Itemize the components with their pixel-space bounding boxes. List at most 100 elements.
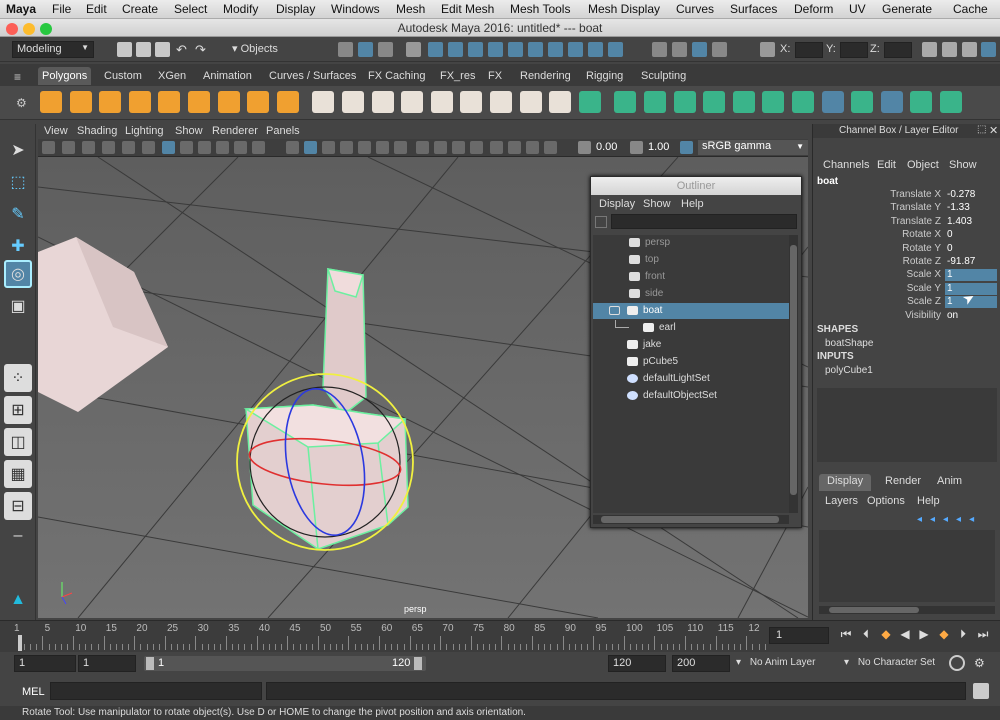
layer-menu-help[interactable]: Help [917,495,940,507]
shelf-tab-animation[interactable]: Animation [199,67,256,85]
extract-icon[interactable] [371,91,394,113]
shelf-tab-curves-surfaces[interactable]: Curves / Surfaces [265,67,360,85]
start-time-field[interactable]: 1 [14,655,76,672]
cube-icon[interactable] [69,91,92,113]
select-camera-icon[interactable] [42,141,55,154]
outliner-item-jake[interactable]: jake [593,337,789,353]
filter-icon[interactable] [595,216,607,228]
command-input[interactable] [50,682,262,700]
menu-cache[interactable]: Cache [953,2,988,16]
sphere-icon[interactable] [40,91,62,113]
menu-edit-mesh[interactable]: Edit Mesh [441,2,494,16]
outliner-item-front[interactable]: front [593,269,789,285]
xray-components-icon[interactable] [544,141,557,154]
2d-pan-icon[interactable] [122,141,135,154]
cone-icon[interactable] [128,91,151,113]
range-slider[interactable]: 1 120 [144,656,426,671]
attr-value-field[interactable]: 0 [945,229,997,241]
float-panel-icon[interactable]: ⬚ [977,124,986,135]
menu-edit[interactable]: Edit [86,2,107,16]
step-back-icon[interactable]: ⏴ [860,627,872,641]
collapse-icon[interactable] [609,306,620,315]
bridge-icon[interactable] [519,91,542,113]
xray-icon[interactable] [508,141,521,154]
shadows-icon[interactable] [394,141,407,154]
step-forward-key-icon[interactable]: ◆ [938,627,950,641]
uv-editor-icon[interactable] [880,91,903,113]
fill-hole-icon[interactable] [578,91,601,113]
outliner-item-pcube5[interactable]: pCube5 [593,354,789,370]
smooth-shade-icon[interactable] [304,141,317,154]
command-language-label[interactable]: MEL [22,686,45,698]
shelf-tab-fx[interactable]: FX [484,67,506,85]
component-mode-icon[interactable] [378,42,393,57]
planar-map-icon[interactable] [792,91,814,113]
attr-value-field[interactable]: -91.87 [945,256,997,268]
new-scene-icon[interactable] [117,42,132,57]
offset-edge-loop-icon[interactable] [644,91,666,113]
y-field[interactable] [840,42,868,58]
isolate-select-icon[interactable] [490,141,503,154]
safe-action-icon[interactable] [252,141,265,154]
attribute-editor-toggle-icon[interactable] [922,42,937,57]
move-tool-icon[interactable]: ✚ [4,232,32,260]
outliner-item-boat[interactable]: boat [593,303,789,319]
current-frame-field[interactable]: 1 [769,627,829,644]
menu-modify[interactable]: Modify [223,2,258,16]
select-lock-icon[interactable] [588,42,603,57]
lights-icon[interactable] [376,141,389,154]
z-field[interactable] [884,42,912,58]
single-view-layout-icon[interactable]: ⁘ [4,364,32,392]
outliner-horizontal-scrollbar[interactable] [593,515,789,524]
character-set-dropdown[interactable]: ▾ No Character Set [844,657,935,668]
layer-arrow-icons[interactable]: ◂◂◂◂◂ [917,514,982,525]
object-mode-icon[interactable] [358,42,373,57]
range-start-handle[interactable] [146,657,154,670]
outliner-item-defaultlightset[interactable]: defaultLightSet [593,371,789,387]
menu-windows[interactable]: Windows [331,2,380,16]
layer-scroll-thumb[interactable] [829,607,919,613]
play-forwards-icon[interactable]: ▶ [918,627,930,641]
outliner-item-side[interactable]: side [593,286,789,302]
channel-box-menu-channels[interactable]: Channels [823,159,869,171]
multi-cut-icon[interactable] [673,91,696,113]
viewport-menu-panels[interactable]: Panels [266,125,300,137]
shelf-tab-rigging[interactable]: Rigging [582,67,627,85]
viewport-menu-renderer[interactable]: Renderer [212,125,258,137]
select-handles-icon[interactable] [428,42,443,57]
end-time-field[interactable]: 200 [672,655,730,672]
insert-edge-loop-icon[interactable] [614,91,637,113]
outliner-item-persp[interactable]: persp [593,235,789,251]
bevel-icon[interactable] [490,91,512,113]
outliner-hscroll-thumb[interactable] [601,516,779,523]
snap-curve-icon[interactable] [672,42,687,57]
graph-layout-icon[interactable]: ⊟ [4,492,32,520]
play-backwards-icon[interactable]: ◀ [899,627,911,641]
menu-create[interactable]: Create [122,2,158,16]
current-time-indicator[interactable] [18,635,22,651]
image-plane-icon[interactable] [102,141,115,154]
outliner-item-top[interactable]: top [593,252,789,268]
menu-maya[interactable]: Maya [6,2,36,16]
undo-icon[interactable]: ↶ [176,42,191,57]
shelf-tab-xgen[interactable]: XGen [154,67,190,85]
paint-select-tool-icon[interactable]: ✎ [4,200,32,228]
select-rendering-icon[interactable] [548,42,563,57]
menu-uv[interactable]: UV [849,2,866,16]
outliner-menu-show[interactable]: Show [643,198,671,210]
channel-box-toggle-icon[interactable] [962,42,977,57]
shelf-tab-sculpting[interactable]: Sculpting [637,67,690,85]
playback-start-field[interactable]: 1 [78,655,136,672]
animation-preferences-icon[interactable]: ⚙ [974,656,985,670]
attr-value-field[interactable]: 0 [945,243,997,255]
field-chart-icon[interactable] [234,141,247,154]
redo-icon[interactable]: ↷ [195,42,210,57]
snap-view-icon[interactable] [712,42,727,57]
close-icon[interactable]: ✕ [989,124,998,137]
menu-select[interactable]: Select [174,2,207,16]
bookmark-icon[interactable] [82,141,95,154]
boat-mesh[interactable] [243,268,409,550]
shape-node[interactable]: boatShape [825,338,873,349]
layer-tab-display[interactable]: Display [819,474,872,491]
boolean-icon[interactable] [430,91,453,113]
